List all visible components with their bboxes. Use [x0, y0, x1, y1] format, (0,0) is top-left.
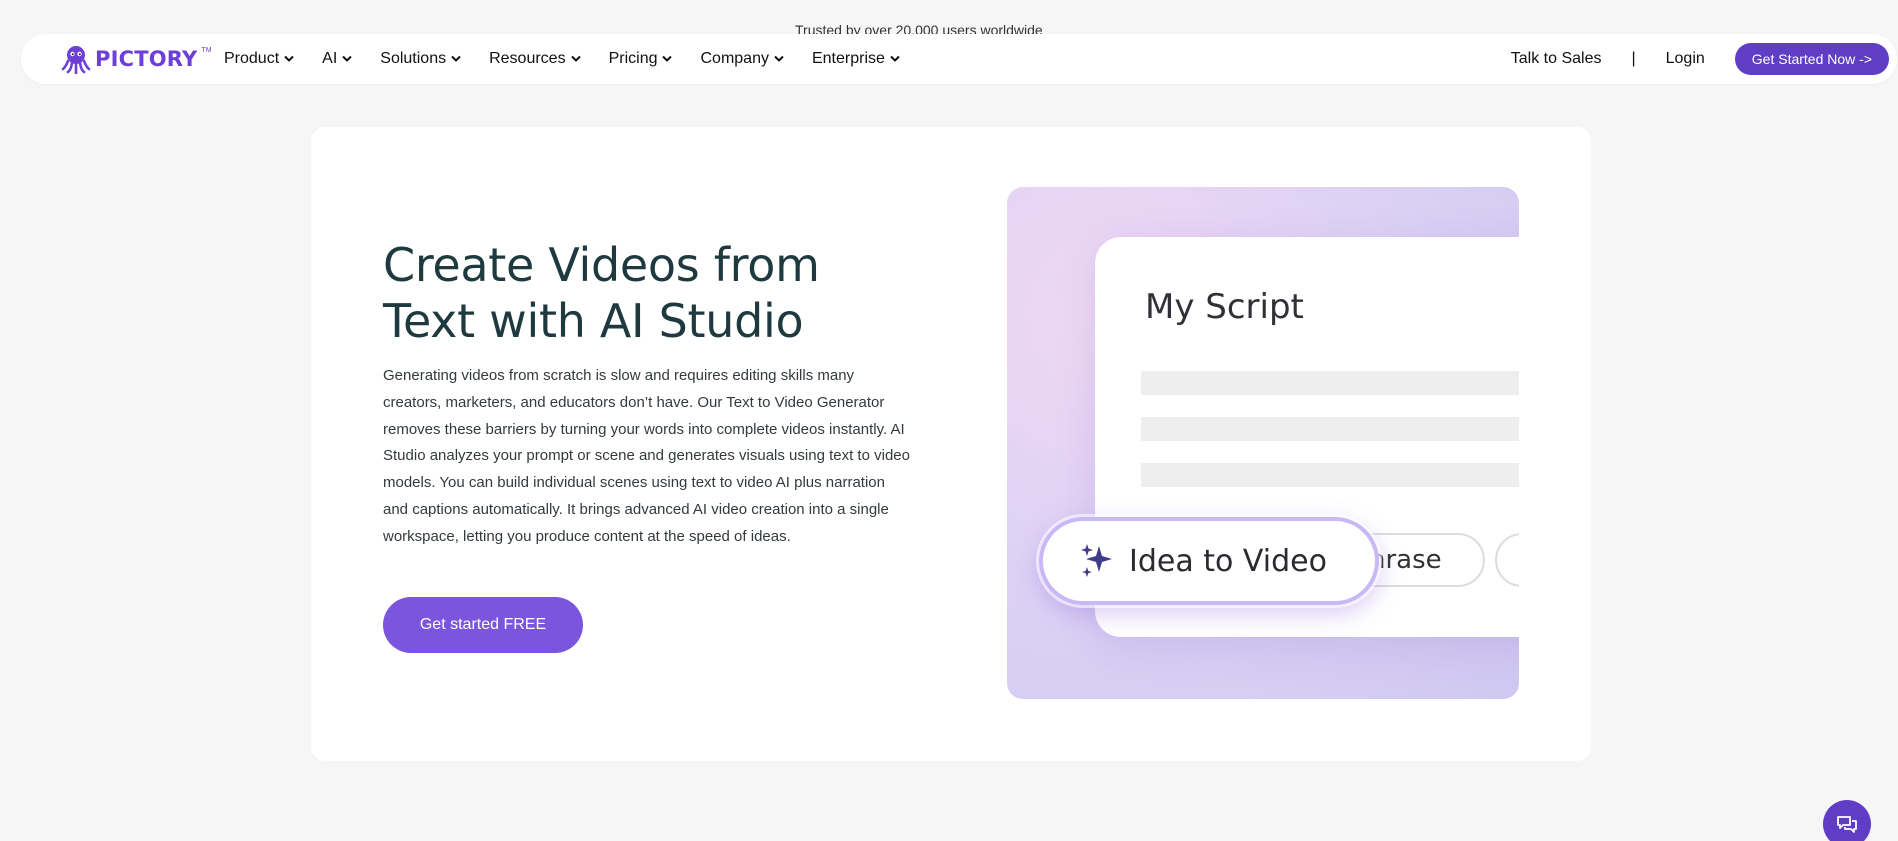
nav-item-label: Solutions — [380, 50, 447, 67]
get-started-now-button[interactable]: Get Started Now -> — [1734, 43, 1889, 75]
nav-item-pricing[interactable]: Pricing — [609, 50, 673, 68]
nav-actions: Talk to Sales | Login Get Started Now -> — [1511, 34, 1889, 84]
nav-item-enterprise[interactable]: Enterprise — [812, 50, 900, 68]
logo[interactable]: PICTORY TM — [61, 43, 212, 75]
chevron-down-icon — [570, 55, 581, 62]
announcement-bar: Trusted by over 20,000 users worldwide — [0, 0, 1898, 34]
talk-to-sales-link[interactable]: Talk to Sales — [1511, 50, 1602, 68]
login-link[interactable]: Login — [1666, 50, 1705, 68]
nav-item-resources[interactable]: Resources — [489, 50, 581, 68]
nav-item-label: Pricing — [608, 50, 658, 67]
hero-description: Generating videos from scratch is slow a… — [383, 367, 910, 545]
nav-item-label: Product — [224, 50, 280, 67]
chevron-down-icon — [774, 55, 784, 62]
script-title: My Script — [1145, 287, 1304, 327]
logo-trademark: TM — [201, 47, 212, 54]
script-line-placeholder — [1141, 463, 1519, 487]
chevron-down-icon — [451, 55, 461, 62]
get-started-free-button[interactable]: Get started FREE — [383, 597, 583, 653]
octopus-logo-icon — [61, 46, 91, 74]
logo-text: PICTORY — [95, 47, 198, 71]
main-nav: Product AI Solutions Resources Pricing C… — [224, 34, 928, 84]
hero-illustration: My Script hrase S Idea to Video — [1007, 187, 1519, 699]
chip-main-label: Idea to Video — [1129, 543, 1327, 579]
announcement-text: Trusted by over 20,000 users worldwide — [795, 22, 1043, 34]
navbar: PICTORY TM Product AI Solutions Resource… — [21, 34, 1897, 84]
nav-item-product[interactable]: Product — [224, 50, 294, 68]
idea-to-video-chip: Idea to Video — [1039, 517, 1379, 605]
hero-title: Create Videos from Text with AI Studio — [383, 238, 820, 348]
sparkles-icon — [1081, 544, 1112, 577]
nav-item-label: Enterprise — [811, 50, 885, 67]
nav-item-label: Company — [700, 50, 769, 67]
nav-item-solutions[interactable]: Solutions — [380, 50, 461, 68]
secondary-chip: S — [1495, 533, 1519, 587]
nav-item-company[interactable]: Company — [700, 50, 784, 68]
chevron-down-icon — [284, 55, 294, 62]
chip-label: hrase — [1369, 545, 1442, 575]
nav-separator: | — [1631, 50, 1636, 67]
nav-item-label: AI — [322, 50, 338, 67]
chevron-down-icon — [890, 55, 900, 62]
script-line-placeholder — [1141, 371, 1519, 395]
chat-bubble-icon — [1837, 816, 1857, 833]
nav-item-label: Resources — [489, 50, 566, 67]
nav-item-ai[interactable]: AI — [322, 50, 352, 68]
hero-card: Create Videos from Text with AI Studio G… — [311, 127, 1591, 761]
chevron-down-icon — [342, 55, 352, 62]
chat-widget-button[interactable] — [1823, 800, 1871, 841]
chevron-down-icon — [662, 55, 673, 62]
script-line-placeholder — [1141, 417, 1519, 441]
